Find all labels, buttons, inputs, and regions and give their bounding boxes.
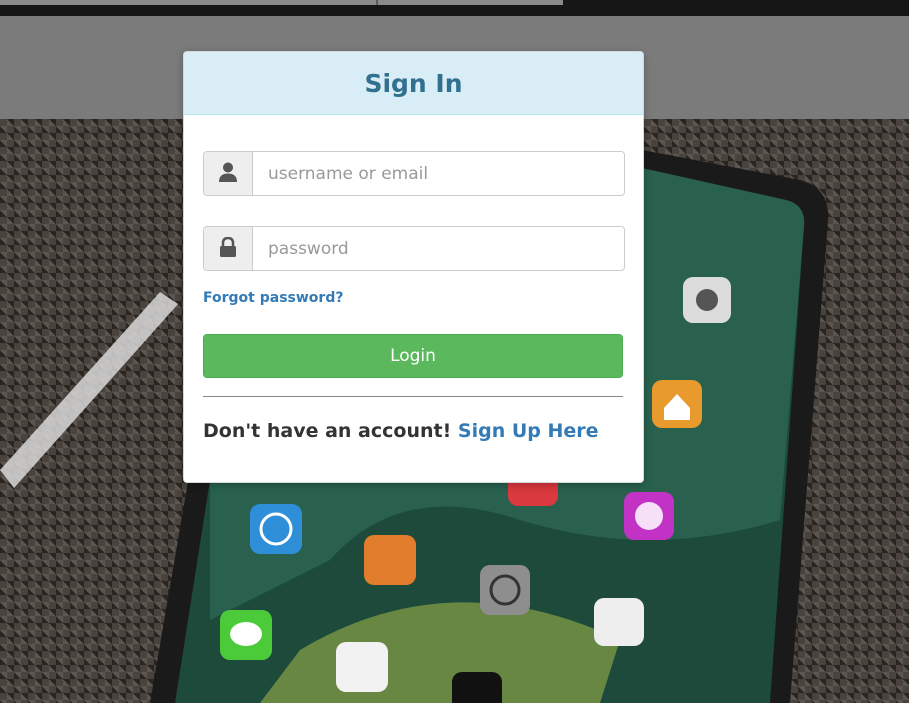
music-app-icon <box>336 642 388 692</box>
page: Sign In username or email Forgot passwor… <box>0 0 909 703</box>
settings-app-icon <box>480 565 530 615</box>
browser-tab[interactable] <box>0 0 563 5</box>
modal-title: Sign In <box>364 68 463 98</box>
password-input[interactable] <box>253 227 624 270</box>
kindle-app-icon <box>452 672 502 703</box>
lock-icon <box>219 236 237 261</box>
forgot-password-link[interactable]: Forgot password? <box>203 290 343 306</box>
login-button[interactable]: Login <box>203 334 623 378</box>
username-input[interactable] <box>253 152 624 195</box>
tab-separator <box>376 0 378 5</box>
no-account-text: Don't have an account! <box>203 420 458 442</box>
password-addon <box>204 227 253 270</box>
username-addon <box>204 152 253 195</box>
divider <box>203 396 623 397</box>
slack-app-icon <box>594 598 644 646</box>
user-icon <box>219 162 237 186</box>
signup-prompt: Don't have an account! Sign Up Here <box>203 420 599 442</box>
signup-link[interactable]: Sign Up Here <box>458 420 599 442</box>
stylus-shape <box>0 292 178 488</box>
sign-in-modal: Sign In username or email Forgot passwor… <box>183 51 644 483</box>
appstore-app-icon <box>250 504 302 554</box>
browser-top-strip <box>0 0 909 16</box>
modal-header: Sign In <box>184 52 643 115</box>
password-input-group <box>203 226 625 271</box>
books-app-icon <box>364 535 416 585</box>
username-input-group <box>203 151 625 196</box>
